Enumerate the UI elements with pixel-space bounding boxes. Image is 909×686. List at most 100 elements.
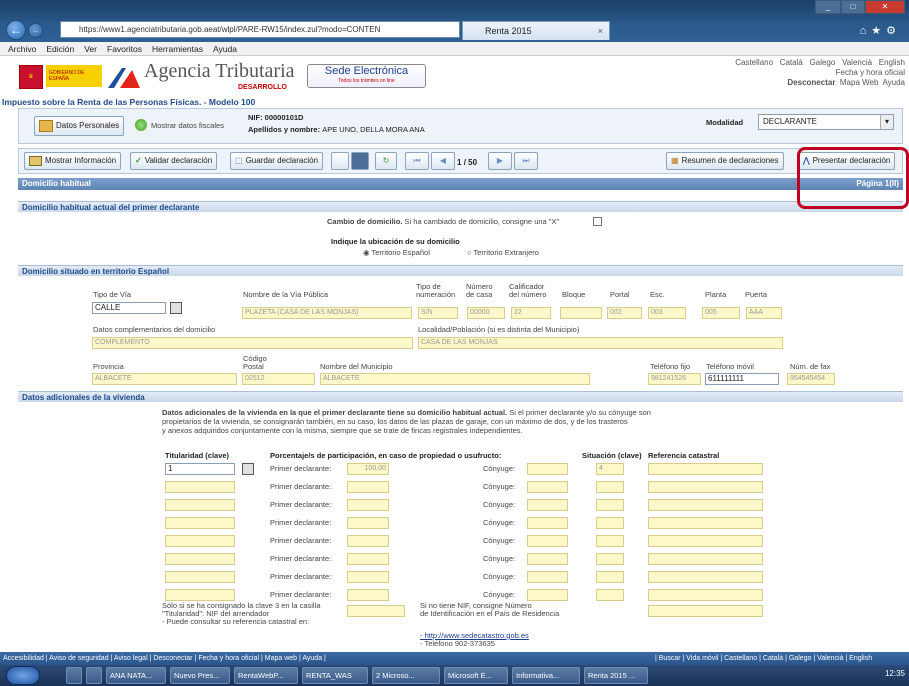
porcentaje-conyuge-input[interactable]: [527, 553, 568, 565]
taskbar-item-nuevo[interactable]: Nuevo Pres...: [170, 667, 230, 684]
porcentaje-conyuge-input[interactable]: [527, 499, 568, 511]
esc-input[interactable]: 003: [648, 307, 686, 319]
close-tab-icon[interactable]: ×: [598, 22, 603, 40]
export-icon[interactable]: [331, 152, 349, 170]
back-icon[interactable]: ←: [6, 20, 26, 40]
situacion-input[interactable]: [596, 553, 624, 565]
referencia-catastral-input[interactable]: [648, 589, 763, 601]
titularidad-input[interactable]: [165, 535, 235, 547]
porcentaje-conyuge-input[interactable]: [527, 535, 568, 547]
titularidad-lookup-icon[interactable]: [242, 463, 254, 475]
portal-input[interactable]: 002: [607, 307, 642, 319]
resumen-button[interactable]: ▦ Resumen de declaraciones: [666, 152, 784, 170]
mapa-web-link[interactable]: Mapa Web: [840, 78, 879, 87]
porcentaje-conyuge-input[interactable]: [527, 481, 568, 493]
porcentaje-primer-input[interactable]: [347, 571, 389, 583]
taskbar-item-rentaweb[interactable]: RentaWebP...: [234, 667, 298, 684]
tab-renta[interactable]: Renta 2015 ×: [462, 21, 610, 40]
lang-english[interactable]: English: [879, 58, 905, 67]
referencia-catastral-input[interactable]: [648, 481, 763, 493]
titularidad-input[interactable]: [165, 499, 235, 511]
mostrar-fiscales-link[interactable]: Mostrar datos fiscales: [151, 122, 224, 130]
footer-links-left[interactable]: Accesibilidad | Aviso de seguridad | Avi…: [3, 655, 326, 662]
bloque-input[interactable]: [560, 307, 602, 319]
localidad-input[interactable]: CASA DE LAS MONJAS: [418, 337, 783, 349]
datos-personales-button[interactable]: Datos Personales: [34, 116, 125, 136]
numero-input[interactable]: 00000: [467, 307, 505, 319]
situacion-input[interactable]: [596, 589, 624, 601]
tipo-via-input[interactable]: CALLE: [92, 302, 166, 314]
nif-arrendador-input[interactable]: [347, 605, 405, 617]
mostrar-informacion-button[interactable]: Mostrar Información: [24, 152, 122, 170]
referencia-catastral-input[interactable]: [648, 463, 763, 475]
porcentaje-primer-input[interactable]: [347, 553, 389, 565]
taskbar-item-renta2015[interactable]: Renta 2015 ...: [584, 667, 648, 684]
minimize-icon[interactable]: _: [815, 0, 841, 14]
lang-valencia[interactable]: Valencià: [842, 58, 872, 67]
taskbar-item-microsoft[interactable]: 2 Microso...: [372, 667, 440, 684]
menu-edicion[interactable]: Edición: [46, 42, 74, 55]
titularidad-input[interactable]: [165, 589, 235, 601]
refresh-icon[interactable]: ↻: [375, 152, 397, 170]
situacion-input[interactable]: 4: [596, 463, 624, 475]
referencia-catastral-input[interactable]: [648, 535, 763, 547]
provincia-input[interactable]: ALBACETE: [92, 373, 237, 385]
porcentaje-primer-input[interactable]: [347, 499, 389, 511]
nombre-via-input[interactable]: PLAZETA (CASA DE LAS MONJAS): [242, 307, 412, 319]
titularidad-input[interactable]: 1: [165, 463, 235, 475]
porcentaje-primer-input[interactable]: [347, 535, 389, 547]
guardar-button[interactable]: ⬚ Guardar declaración: [230, 152, 324, 170]
cambio-checkbox[interactable]: [593, 217, 602, 226]
prev-page-icon[interactable]: ◀: [431, 152, 455, 170]
lang-catala[interactable]: Català: [780, 58, 803, 67]
titularidad-input[interactable]: [165, 553, 235, 565]
municipio-input[interactable]: ALBACETE: [320, 373, 590, 385]
situacion-input[interactable]: [596, 535, 624, 547]
situacion-input[interactable]: [596, 571, 624, 583]
porcentaje-primer-input[interactable]: 100,00: [347, 463, 389, 475]
titularidad-input[interactable]: [165, 517, 235, 529]
titularidad-input[interactable]: [165, 571, 235, 583]
home-star-gear-icons[interactable]: ⌂★⚙: [860, 24, 901, 37]
first-page-icon[interactable]: ⏮: [405, 152, 429, 170]
porcentaje-primer-input[interactable]: [347, 589, 389, 601]
menu-favoritos[interactable]: Favoritos: [107, 42, 142, 55]
porcentaje-primer-input[interactable]: [347, 481, 389, 493]
calificador-input[interactable]: 22: [511, 307, 551, 319]
taskbar-item-informativa[interactable]: Informativa...: [512, 667, 580, 684]
telefono-movil-input[interactable]: 611111111: [705, 373, 779, 385]
radio-espanol[interactable]: ◉ Territorio Español: [363, 249, 430, 257]
referencia-catastral-input[interactable]: [648, 517, 763, 529]
maximize-icon[interactable]: □: [841, 0, 865, 14]
porcentaje-conyuge-input[interactable]: [527, 517, 568, 529]
start-orb-icon[interactable]: [6, 666, 40, 685]
puerta-input[interactable]: AAA: [746, 307, 782, 319]
desconectar-link[interactable]: Desconectar: [787, 78, 835, 87]
porcentaje-conyuge-input[interactable]: [527, 589, 568, 601]
planta-input[interactable]: 005: [702, 307, 740, 319]
validar-button[interactable]: ✓ Validar declaración: [130, 152, 218, 170]
nif-extranjero-input[interactable]: [648, 605, 763, 617]
tipo-num-input[interactable]: S/N: [418, 307, 458, 319]
fecha-link[interactable]: Fecha y hora oficial: [735, 68, 905, 78]
menu-archivo[interactable]: Archivo: [8, 42, 36, 55]
quicklaunch-icon[interactable]: [66, 667, 82, 684]
last-page-icon[interactable]: ⏭: [514, 152, 538, 170]
situacion-input[interactable]: [596, 499, 624, 511]
modalidad-select[interactable]: DECLARANTE ▾: [758, 114, 894, 130]
fax-input[interactable]: 954545454: [787, 373, 835, 385]
forward-icon[interactable]: →: [28, 23, 43, 38]
porcentaje-conyuge-input[interactable]: [527, 571, 568, 583]
titularidad-input[interactable]: [165, 481, 235, 493]
radio-extranjero[interactable]: ○ Territorio Extranjero: [467, 249, 539, 257]
referencia-catastral-input[interactable]: [648, 571, 763, 583]
porcentaje-conyuge-input[interactable]: [527, 463, 568, 475]
telefono-fijo-input[interactable]: 981241526: [648, 373, 701, 385]
menu-ayuda[interactable]: Ayuda: [213, 42, 237, 55]
footer-links-right[interactable]: | Buscar | Vida móvil | Castellano | Cat…: [655, 652, 872, 665]
taskbar-item-renta-was[interactable]: RENTA_WAS: [302, 667, 368, 684]
quicklaunch-icon[interactable]: [86, 667, 102, 684]
lang-galego[interactable]: Galego: [810, 58, 836, 67]
next-page-icon[interactable]: ▶: [488, 152, 512, 170]
sede-logo[interactable]: Sede Electrónica Todos los trámites on li…: [307, 64, 426, 88]
